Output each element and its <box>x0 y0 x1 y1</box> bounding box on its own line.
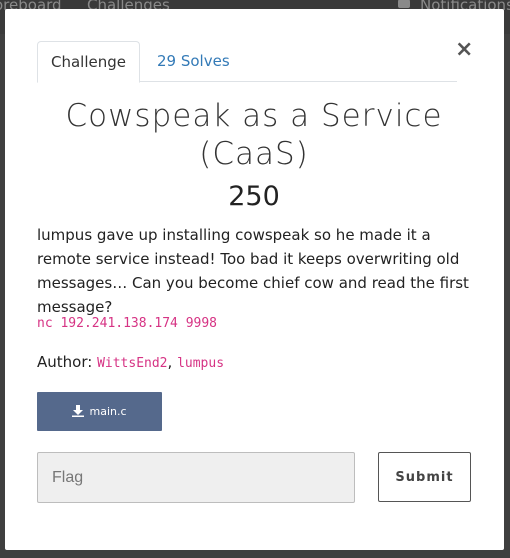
close-button[interactable]: × <box>455 39 473 61</box>
submit-button[interactable]: Submit <box>378 452 471 502</box>
author-separator: , <box>167 353 178 371</box>
bell-icon <box>398 0 410 8</box>
author-prefix: Author: <box>37 353 98 371</box>
download-icon <box>72 405 85 417</box>
modal-tabs: Challenge 29 Solves <box>37 41 457 83</box>
author-line: Author: WittsEnd2, lumpus <box>37 353 471 371</box>
download-file-button[interactable]: main.c <box>37 392 162 431</box>
challenge-description: lumpus gave up installing cowspeak so he… <box>37 226 469 316</box>
author-name-2: lumpus <box>177 356 225 371</box>
challenge-points: 250 <box>228 181 280 212</box>
author-name-1: WittsEnd2 <box>97 356 168 371</box>
challenge-modal: Challenge 29 Solves × Cowspeak as a Serv… <box>5 9 504 550</box>
download-file-label: main.c <box>89 405 127 418</box>
challenge-title: Cowspeak as a Service (CaaS) <box>65 98 443 172</box>
connection-info: nc 192.241.138.174 9998 <box>37 316 218 331</box>
flag-input[interactable] <box>37 452 355 503</box>
close-icon: × <box>455 37 474 62</box>
tab-solves[interactable]: 29 Solves <box>157 41 230 82</box>
tab-challenge[interactable]: Challenge <box>37 41 140 83</box>
